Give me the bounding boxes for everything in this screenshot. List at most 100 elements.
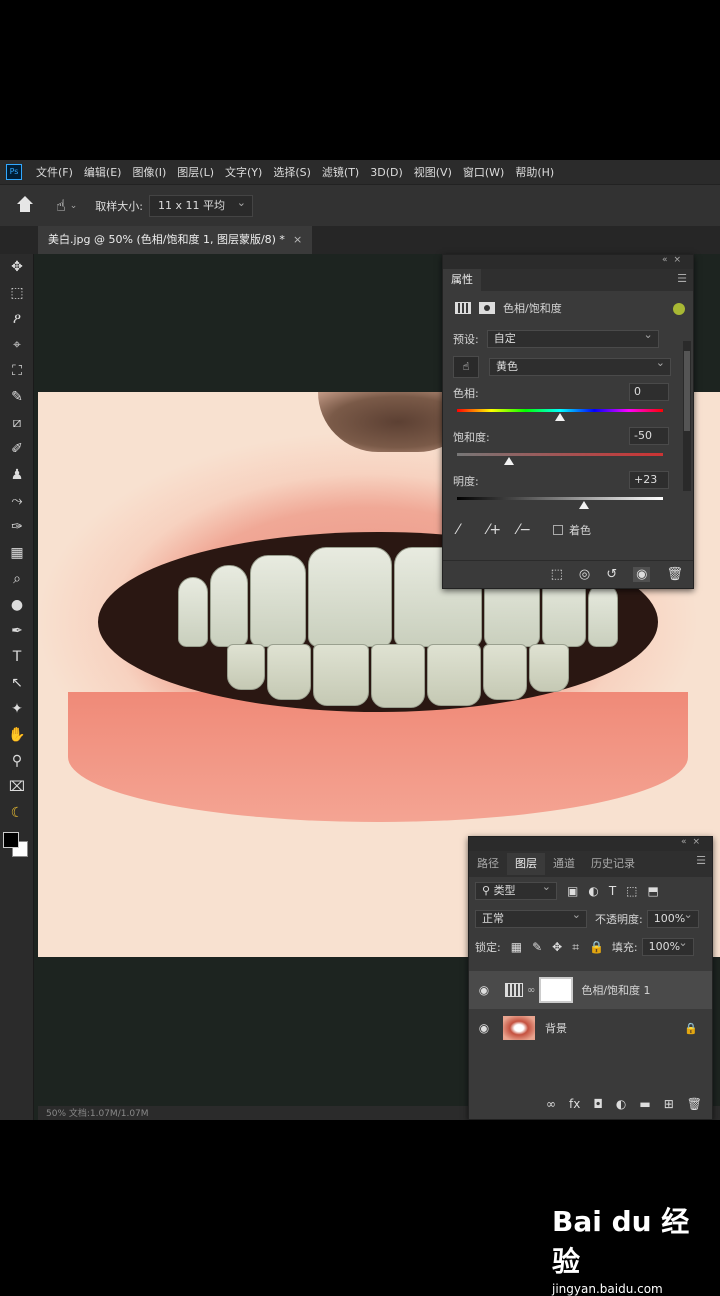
new-group-icon[interactable]: ▬ <box>639 1097 650 1111</box>
path-select-tool-icon[interactable]: ↖ <box>0 670 34 696</box>
fx-icon[interactable]: fx <box>569 1097 580 1111</box>
layer-row-hue-saturation[interactable]: ◉ ∞ 色相/饱和度 1 <box>469 971 712 1009</box>
colorize-checkbox[interactable] <box>553 525 563 535</box>
lock-move-icon[interactable]: ✥ <box>552 940 562 954</box>
filter-pixel-icon[interactable]: ▣ <box>567 884 578 898</box>
properties-scrollbar[interactable] <box>683 341 691 491</box>
eyedropper-icon[interactable]: ⁄ <box>457 522 475 538</box>
new-adjustment-icon[interactable]: ◐ <box>616 1097 626 1111</box>
lock-paint-icon[interactable]: ✎ <box>532 940 542 954</box>
preset-select[interactable]: 自定 <box>486 327 659 348</box>
brush-tool-icon[interactable]: ✐ <box>0 436 34 462</box>
hue-thumb[interactable] <box>555 413 565 421</box>
hue-saturation-icon[interactable] <box>455 302 471 314</box>
trash-icon[interactable]: 🗑 <box>687 1097 702 1111</box>
menu-layer[interactable]: 图层(L) <box>177 164 214 180</box>
lightness-slider[interactable]: 明度: +23 <box>443 469 693 513</box>
eyedropper-tool-icon[interactable]: ✎ <box>0 384 34 410</box>
panel-collapse-controls[interactable]: «× <box>443 255 693 269</box>
clip-to-layer-icon[interactable]: ⬚ <box>551 567 563 582</box>
eraser-tool-icon[interactable]: ✑ <box>0 514 34 540</box>
add-mask-icon[interactable]: ◘ <box>593 1097 603 1111</box>
type-tool-icon[interactable]: T <box>0 644 34 670</box>
layer-name[interactable]: 色相/饱和度 1 <box>581 982 650 998</box>
pen-tool-icon[interactable]: ✒ <box>0 618 34 644</box>
lightness-input[interactable]: +23 <box>629 471 669 489</box>
sample-size-select[interactable]: 11 x 11 平均 <box>149 193 254 217</box>
trash-icon[interactable]: 🗑 <box>666 567 683 582</box>
document-tab[interactable]: 美白.jpg @ 50% (色相/饱和度 1, 图层蒙版/8) * × <box>38 226 313 254</box>
targeted-adjustment-icon[interactable]: ☝ <box>56 196 66 215</box>
close-icon[interactable]: × <box>293 233 302 246</box>
hand-tool-icon[interactable]: ✋ <box>0 722 34 748</box>
chevron-down-icon[interactable]: ⌄ <box>70 201 78 211</box>
eye-icon[interactable]: ◉ <box>469 983 499 997</box>
hue-slider[interactable]: 色相: 0 <box>443 381 693 425</box>
saturation-thumb[interactable] <box>503 457 514 465</box>
eyedropper-minus-icon[interactable]: ⁄− <box>517 522 535 538</box>
menu-select[interactable]: 选择(S) <box>273 164 311 180</box>
stamp-tool-icon[interactable]: ♟ <box>0 462 34 488</box>
layer-kind-filter[interactable]: ⚲ 类型 <box>475 879 557 900</box>
visibility-eye-icon[interactable]: ◉ <box>633 567 651 582</box>
panel-collapse-controls[interactable]: «× <box>469 837 712 851</box>
filter-shape-icon[interactable]: ⬚ <box>626 884 637 898</box>
crop-tool-icon[interactable]: ⛶ <box>0 358 34 384</box>
targeted-adjustment-icon[interactable]: ☝ <box>453 356 479 378</box>
menu-help[interactable]: 帮助(H) <box>515 164 554 180</box>
menu-image[interactable]: 图像(I) <box>132 164 166 180</box>
foreground-color[interactable] <box>3 832 19 848</box>
eyedropper-plus-icon[interactable]: ⁄+ <box>487 522 505 538</box>
menu-3d[interactable]: 3D(D) <box>370 166 403 179</box>
layer-mask-icon[interactable] <box>479 302 495 314</box>
opacity-input[interactable]: 100% <box>646 907 699 928</box>
new-layer-icon[interactable]: ⊞ <box>664 1097 674 1111</box>
healing-tool-icon[interactable]: ⧄ <box>0 410 34 436</box>
fill-input[interactable]: 100% <box>641 935 694 956</box>
link-layers-icon[interactable]: ∞ <box>546 1097 556 1111</box>
menu-edit[interactable]: 编辑(E) <box>84 164 122 180</box>
menu-view[interactable]: 视图(V) <box>414 164 452 180</box>
banana-icon[interactable]: ☾ <box>0 800 34 826</box>
panel-menu-icon[interactable]: ☰ <box>696 854 706 867</box>
lightness-track[interactable] <box>457 497 663 500</box>
menu-type[interactable]: 文字(Y) <box>225 164 262 180</box>
saturation-input[interactable]: -50 <box>629 427 669 445</box>
shape-tool-icon[interactable]: ✦ <box>0 696 34 722</box>
blend-mode-select[interactable]: 正常 <box>475 907 587 928</box>
zoom-tool-icon[interactable]: ⚲ <box>0 748 34 774</box>
channel-select[interactable]: 黄色 <box>489 355 671 376</box>
layer-mask-thumbnail[interactable] <box>539 977 574 1003</box>
view-previous-icon[interactable]: ◎ <box>579 567 590 582</box>
menu-file[interactable]: 文件(F) <box>36 164 73 180</box>
panel-menu-icon[interactable]: ☰ <box>677 272 687 285</box>
history-brush-tool-icon[interactable]: ⤳ <box>0 488 34 514</box>
filter-type-icon[interactable]: T <box>609 884 616 898</box>
eye-icon[interactable]: ◉ <box>469 1021 499 1035</box>
tab-channels[interactable]: 通道 <box>545 853 583 875</box>
reset-icon[interactable]: ↺ <box>606 567 617 582</box>
hue-input[interactable]: 0 <box>629 383 669 401</box>
saturation-slider[interactable]: 饱和度: -50 <box>443 425 693 469</box>
link-icon[interactable]: ∞ <box>527 985 535 996</box>
move-tool-icon[interactable]: ✥ <box>0 254 34 280</box>
marquee-tool-icon[interactable]: ⬚ <box>0 280 34 306</box>
menu-window[interactable]: 窗口(W) <box>463 164 504 180</box>
dodge-tool-icon[interactable]: ● <box>0 592 34 618</box>
lock-artboard-icon[interactable]: ⌗ <box>572 940 579 954</box>
filter-adjustment-icon[interactable]: ◐ <box>588 884 598 898</box>
menu-filter[interactable]: 滤镜(T) <box>322 164 359 180</box>
hue-track[interactable] <box>457 409 663 412</box>
blur-tool-icon[interactable]: ⌕ <box>0 566 34 592</box>
filter-smart-icon[interactable]: ⬒ <box>648 884 659 898</box>
color-swatches[interactable] <box>0 826 33 866</box>
tab-layers[interactable]: 图层 <box>507 853 545 875</box>
saturation-track[interactable] <box>457 453 663 456</box>
tab-paths[interactable]: 路径 <box>469 853 507 875</box>
quick-select-tool-icon[interactable]: ⌖ <box>0 332 34 358</box>
lightness-thumb[interactable] <box>578 501 589 509</box>
home-icon[interactable] <box>14 195 36 217</box>
lasso-tool-icon[interactable]: ዖ <box>0 306 34 332</box>
tab-history[interactable]: 历史记录 <box>583 853 643 875</box>
lock-transparent-icon[interactable]: ▦ <box>511 940 522 954</box>
